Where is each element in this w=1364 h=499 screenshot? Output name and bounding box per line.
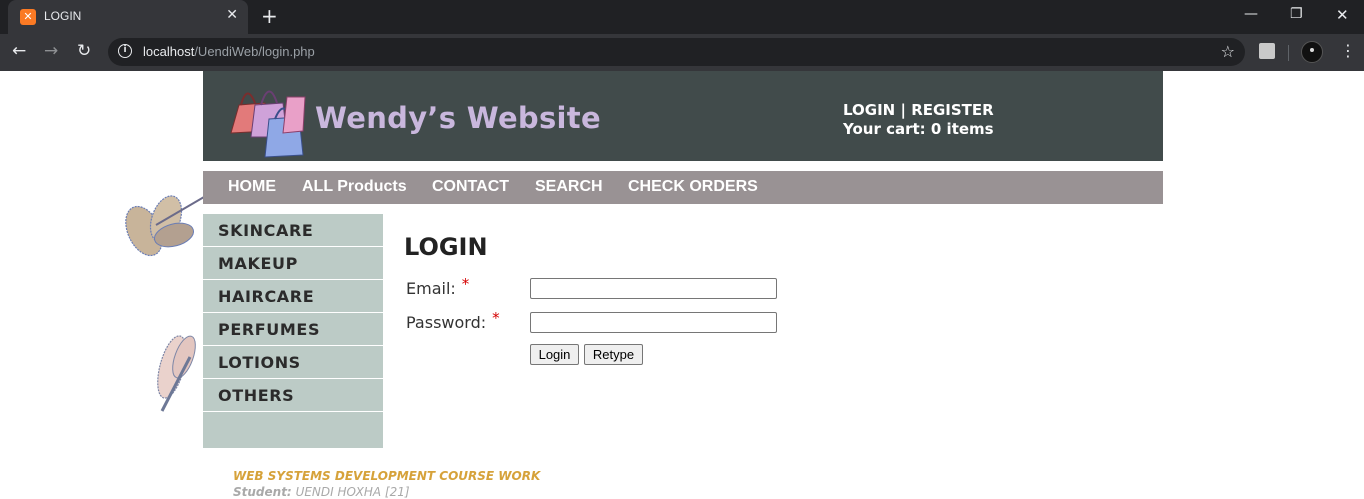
sidebar-item-makeup[interactable]: MAKEUP (203, 247, 383, 280)
shopping-bags-logo (230, 90, 306, 158)
butterfly-image-2 (157, 335, 196, 412)
bookmark-star-icon[interactable]: ☆ (1221, 42, 1235, 61)
restore-icon[interactable]: ❐ (1290, 6, 1303, 22)
nav-search[interactable]: SEARCH (535, 178, 603, 196)
browser-tab[interactable]: ✕ LOGIN ✕ (8, 0, 248, 34)
required-mark: * (492, 309, 500, 327)
password-field[interactable] (530, 312, 777, 333)
cart-status[interactable]: Your cart: 0 items (843, 120, 994, 138)
footer-course-title: WEB SYSTEMS DEVELOPMENT COURSE WORK (233, 469, 541, 483)
category-sidebar: SKINCARE MAKEUP HAIRCARE PERFUMES LOTION… (203, 214, 383, 448)
sidebar-item-others[interactable]: OTHERS (203, 379, 383, 412)
info-icon[interactable]: i (118, 44, 132, 58)
student-label: Student: (233, 485, 292, 499)
login-link[interactable]: LOGIN (843, 101, 895, 119)
browser-tab-bar: ✕ LOGIN ✕ + — ❐ ✕ (0, 0, 1364, 34)
extension-icon[interactable] (1259, 43, 1275, 59)
required-mark: * (461, 275, 470, 293)
forward-icon[interactable]: → (44, 41, 58, 61)
web-page: Wendy’s Website LOGIN | REGISTER Your ca… (0, 71, 1364, 499)
profile-icon[interactable] (1301, 41, 1323, 63)
back-icon[interactable]: ← (12, 41, 26, 61)
butterfly-image (125, 195, 205, 257)
site-header: Wendy’s Website LOGIN | REGISTER Your ca… (203, 71, 1163, 161)
xampp-favicon-icon: ✕ (20, 9, 36, 25)
password-label-text: Password: (406, 313, 487, 332)
footer-student: Student: UENDI HOXHA [21] (233, 485, 410, 499)
sidebar-item-lotions[interactable]: LOTIONS (203, 346, 383, 379)
sidebar-item-haircare[interactable]: HAIRCARE (203, 280, 383, 313)
minimize-icon[interactable]: — (1244, 6, 1258, 22)
student-name: UENDI HOXHA [21] (295, 485, 410, 499)
new-tab-icon[interactable]: + (261, 4, 278, 28)
reload-icon[interactable]: ↻ (77, 41, 91, 61)
url-host: localhost (143, 44, 195, 59)
window-close-icon[interactable]: ✕ (1336, 6, 1349, 24)
register-link[interactable]: REGISTER (911, 101, 994, 119)
password-label: Password: * (406, 309, 500, 332)
nav-check-orders[interactable]: CHECK ORDERS (628, 178, 758, 196)
close-tab-icon[interactable]: ✕ (226, 7, 238, 23)
main-nav: HOME ALL Products CONTACT SEARCH CHECK O… (203, 171, 1163, 204)
toolbar-divider (1288, 45, 1289, 61)
tab-title: LOGIN (44, 9, 82, 23)
browser-toolbar: ← → ↻ i localhost/UendiWeb/login.php ☆ ⋮ (0, 34, 1364, 71)
menu-icon[interactable]: ⋮ (1340, 41, 1356, 60)
header-account-links: LOGIN | REGISTER Your cart: 0 items (843, 101, 994, 139)
page-title: LOGIN (404, 233, 488, 261)
email-label: Email: * (406, 275, 469, 298)
nav-contact[interactable]: CONTACT (432, 178, 509, 196)
site-name: Wendy’s Website (315, 101, 601, 135)
url-path: /UendiWeb/login.php (194, 44, 315, 59)
url-text[interactable]: localhost/UendiWeb/login.php (143, 44, 315, 59)
sidebar-item-perfumes[interactable]: PERFUMES (203, 313, 383, 346)
email-field[interactable] (530, 278, 777, 299)
sidebar-item-skincare[interactable]: SKINCARE (203, 214, 383, 247)
email-label-text: Email: (406, 279, 456, 298)
address-bar[interactable]: i localhost/UendiWeb/login.php ☆ (108, 38, 1245, 66)
link-separator: | (900, 101, 906, 119)
login-button[interactable]: Login (530, 344, 579, 365)
nav-home[interactable]: HOME (228, 178, 276, 196)
retype-button[interactable]: Retype (584, 344, 643, 365)
nav-all-products[interactable]: ALL Products (302, 178, 407, 196)
